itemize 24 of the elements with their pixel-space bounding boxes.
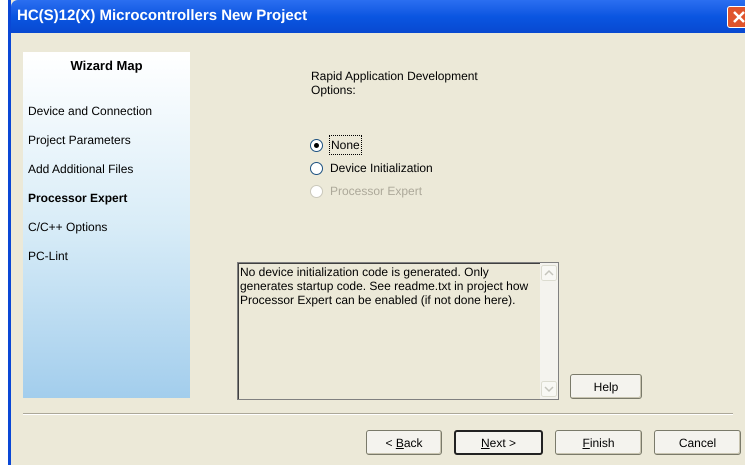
wizard-step: PC-Lint xyxy=(28,246,185,276)
radio-option[interactable]: None xyxy=(310,136,745,154)
wizard-button[interactable]: Finish xyxy=(555,430,642,455)
wizard-button[interactable]: < Back xyxy=(366,430,442,455)
scroll-up-icon[interactable] xyxy=(541,265,557,281)
wizard-step: Project Parameters xyxy=(28,130,185,160)
wizard-step: Add Additional Files xyxy=(28,160,185,188)
wizard-button[interactable]: Next > xyxy=(454,430,543,455)
window-title: HC(S)12(X) Microcontrollers New Project xyxy=(17,6,308,26)
wizard-step: Device and Connection xyxy=(28,102,185,130)
close-button[interactable] xyxy=(727,6,745,28)
options-label: Rapid Application Development Options: xyxy=(311,69,479,97)
wizard-step: Processor Expert xyxy=(28,188,185,218)
wizard-button[interactable]: Cancel xyxy=(654,430,741,455)
scrollbar[interactable] xyxy=(540,263,558,399)
radio-option[interactable]: Device Initialization xyxy=(310,159,745,177)
description-text: No device initialization code is generated. Only generates startup code. See readme.txt in project how Processor Expert can be enabled (if not done here). xyxy=(239,264,530,309)
radio-button[interactable] xyxy=(310,138,323,152)
radio-button[interactable] xyxy=(310,162,323,174)
close-icon xyxy=(732,10,745,24)
wizard-step: C/C++ Options xyxy=(28,218,185,246)
scroll-down-icon[interactable] xyxy=(541,381,557,397)
wizard-map-title: Wizard Map xyxy=(70,57,143,75)
help-button[interactable]: Help xyxy=(570,374,642,399)
